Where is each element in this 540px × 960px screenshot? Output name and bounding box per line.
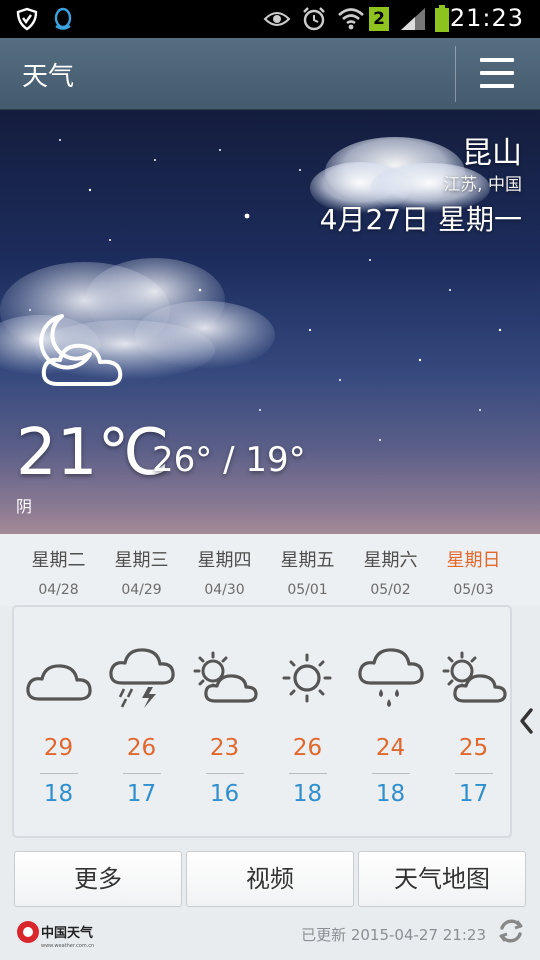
sim-icon: 2 <box>368 5 390 33</box>
weather-condition: 阴 <box>16 497 33 516</box>
current-date: 4月27日 星期一 <box>319 203 522 236</box>
app-bar-divider <box>455 46 456 102</box>
forecast-date: 05/02 <box>370 582 411 598</box>
app-title: 天气 <box>22 62 75 92</box>
status-clock: 21:23 <box>449 4 524 32</box>
forecast-low: 18 <box>375 781 406 807</box>
moon-cloud-icon <box>28 308 138 402</box>
forecast-date: 05/01 <box>287 582 328 598</box>
eye-icon <box>262 5 292 33</box>
forecast-day[interactable]: 25 17 <box>432 607 515 840</box>
forecast-weekday: 星期六 <box>363 550 418 571</box>
forecast-day[interactable]: 29 18 <box>17 607 100 840</box>
china-weather-logo[interactable]: 中国天气 www.weather.com.cn <box>16 918 102 950</box>
forecast-day[interactable]: 24 18 <box>349 607 432 840</box>
sim-slot-label: 2 <box>369 7 389 31</box>
forecast-day-header: 星期日 05/03 <box>432 534 515 598</box>
wifi-icon <box>336 5 366 33</box>
more-button[interactable]: 更多 <box>14 851 182 907</box>
forecast-date: 05/03 <box>453 582 494 598</box>
cloud-icon <box>26 664 92 701</box>
status-bar: 2 21:23 <box>0 0 540 38</box>
region-name: 江苏, 中国 <box>443 175 522 195</box>
forecast-high: 26 <box>292 735 323 761</box>
last-updated-text: 已更新 2015-04-27 21:23 <box>301 926 486 944</box>
thunder-rain-icon <box>109 648 175 708</box>
temp-divider <box>123 773 161 774</box>
forecast-low: 18 <box>292 781 323 807</box>
forecast-low: 18 <box>43 781 74 807</box>
forecast-day[interactable]: 23 16 <box>183 607 266 840</box>
forecast-high: 25 <box>458 735 489 761</box>
forecast-day[interactable]: 26 17 <box>100 607 183 840</box>
forecast-weekday: 星期四 <box>197 550 252 571</box>
weather-map-button[interactable]: 天气地图 <box>358 851 526 907</box>
alarm-icon <box>300 5 328 33</box>
temp-divider <box>40 773 78 774</box>
qq-penguin-icon <box>50 5 76 33</box>
temperature-range: 26° / 19° <box>152 440 306 480</box>
forecast-weekday: 星期二 <box>31 550 86 571</box>
forecast-date: 04/29 <box>121 582 162 598</box>
hamburger-menu-icon[interactable] <box>470 52 526 96</box>
forecast-day-header: 星期二 04/28 <box>17 534 100 598</box>
sun-cloud-icon <box>193 651 258 703</box>
temp-divider <box>206 773 244 774</box>
chevron-left-icon[interactable] <box>517 706 535 736</box>
logo-text: 中国天气 <box>41 925 93 941</box>
temp-divider <box>289 773 327 774</box>
app-bar: 天气 <box>0 38 540 110</box>
temp-divider <box>372 773 410 774</box>
shield-icon <box>12 5 42 33</box>
forecast-day[interactable]: 26 18 <box>266 607 349 840</box>
forecast-weekday: 星期日 <box>446 550 501 571</box>
city-name[interactable]: 昆山 <box>462 128 522 172</box>
current-temperature: 21℃ <box>16 416 170 490</box>
signal-icon <box>398 5 428 33</box>
video-button[interactable]: 视频 <box>186 851 354 907</box>
forecast-day-header: 星期四 04/30 <box>183 534 266 598</box>
forecast-low: 17 <box>126 781 157 807</box>
refresh-icon[interactable] <box>496 916 526 946</box>
forecast-panel[interactable]: 29 18 26 17 23 16 26 18 24 18 25 17 <box>12 605 512 838</box>
logo-url: www.weather.com.cn <box>41 943 94 949</box>
forecast-date: 04/28 <box>38 582 79 598</box>
forecast-low: 16 <box>209 781 240 807</box>
forecast-low: 17 <box>458 781 489 807</box>
forecast-day-header: 星期六 05/02 <box>349 534 432 598</box>
rain-icon <box>358 648 424 707</box>
forecast-high: 23 <box>209 735 240 761</box>
forecast-weekday: 星期五 <box>280 550 335 571</box>
forecast-high: 24 <box>375 735 406 761</box>
forecast-weekday: 星期三 <box>114 550 169 571</box>
forecast-day-headers: 星期二 04/28 星期三 04/29 星期四 04/30 星期五 05/01 … <box>0 534 540 606</box>
forecast-day-header: 星期五 05/01 <box>266 534 349 598</box>
forecast-high: 26 <box>126 735 157 761</box>
current-weather-panel: 昆山 江苏, 中国 4月27日 星期一 21℃ 26° / 19° 阴 <box>0 110 540 534</box>
forecast-day-header: 星期三 04/29 <box>100 534 183 598</box>
sun-cloud-icon <box>442 651 507 703</box>
forecast-date: 04/30 <box>204 582 245 598</box>
temp-divider <box>455 773 493 774</box>
sun-icon <box>282 653 332 703</box>
forecast-high: 29 <box>43 735 74 761</box>
